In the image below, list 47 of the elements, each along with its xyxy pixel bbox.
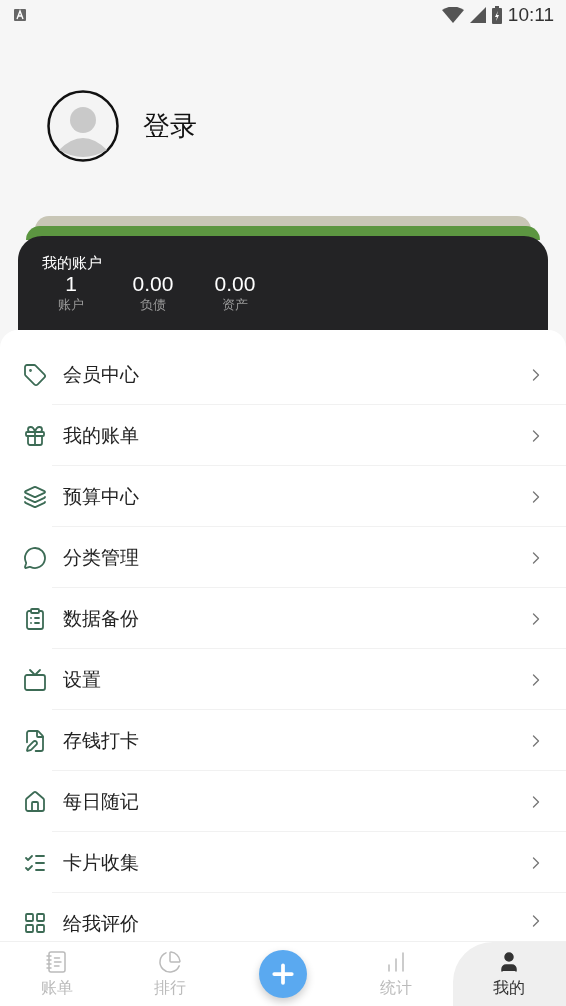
stat-label: 负债	[140, 296, 166, 314]
menu-label: 预算中心	[63, 483, 140, 509]
menu-label: 设置	[63, 666, 102, 692]
menu-label: 给我评价	[63, 911, 140, 936]
menu-label: 卡片收集	[63, 849, 140, 875]
stat-label: 资产	[222, 296, 248, 314]
tag-icon	[23, 362, 47, 387]
menu-item[interactable]: 给我评价	[0, 893, 566, 941]
menu-label: 每日随记	[63, 788, 140, 814]
menu-item[interactable]: 预算中心	[0, 466, 566, 527]
menu-label: 存钱打卡	[63, 727, 140, 753]
menu-label: 数据备份	[63, 605, 140, 631]
menu-label: 我的账单	[63, 422, 140, 448]
house-icon	[23, 789, 47, 814]
wifi-icon	[441, 7, 464, 23]
menu-label: 分类管理	[63, 544, 140, 570]
account-card[interactable]: 我的账户 1 账户 0.00 负债 0.00 资产	[18, 236, 548, 332]
notebook-icon	[44, 949, 69, 974]
grid-icon	[23, 911, 47, 935]
menu-label: 会员中心	[63, 361, 140, 387]
menu-item[interactable]: 数据备份	[0, 588, 566, 649]
menu-item[interactable]: 分类管理	[0, 527, 566, 588]
nav-tab[interactable]: 我的	[452, 942, 566, 1006]
menu-item[interactable]: 存钱打卡	[0, 710, 566, 771]
app-icon	[14, 9, 26, 21]
account-title: 我的账户	[42, 254, 103, 272]
menu-item[interactable]: 我的账单	[0, 405, 566, 466]
clipboard-icon	[23, 606, 47, 631]
login-link[interactable]: 登录	[143, 108, 197, 144]
gift-icon	[23, 423, 47, 448]
layers-icon	[23, 484, 47, 509]
menu-item[interactable]: 设置	[0, 649, 566, 710]
pie-chart-icon	[157, 949, 182, 974]
stat-label: 账户	[58, 296, 84, 314]
note-icon	[23, 728, 47, 753]
stat-value: 0.00	[132, 272, 174, 296]
menu-item[interactable]: 每日随记	[0, 771, 566, 832]
signal-icon	[469, 7, 486, 23]
stat-value: 1	[65, 272, 77, 296]
stat-value: 0.00	[214, 272, 256, 296]
chat-icon	[23, 545, 47, 570]
battery-icon	[491, 6, 502, 24]
status-time: 10:11	[507, 4, 554, 26]
menu-item[interactable]: 会员中心	[0, 344, 566, 405]
avatar[interactable]	[47, 90, 119, 162]
tv-icon	[23, 667, 47, 692]
menu-item[interactable]: 卡片收集	[0, 832, 566, 893]
